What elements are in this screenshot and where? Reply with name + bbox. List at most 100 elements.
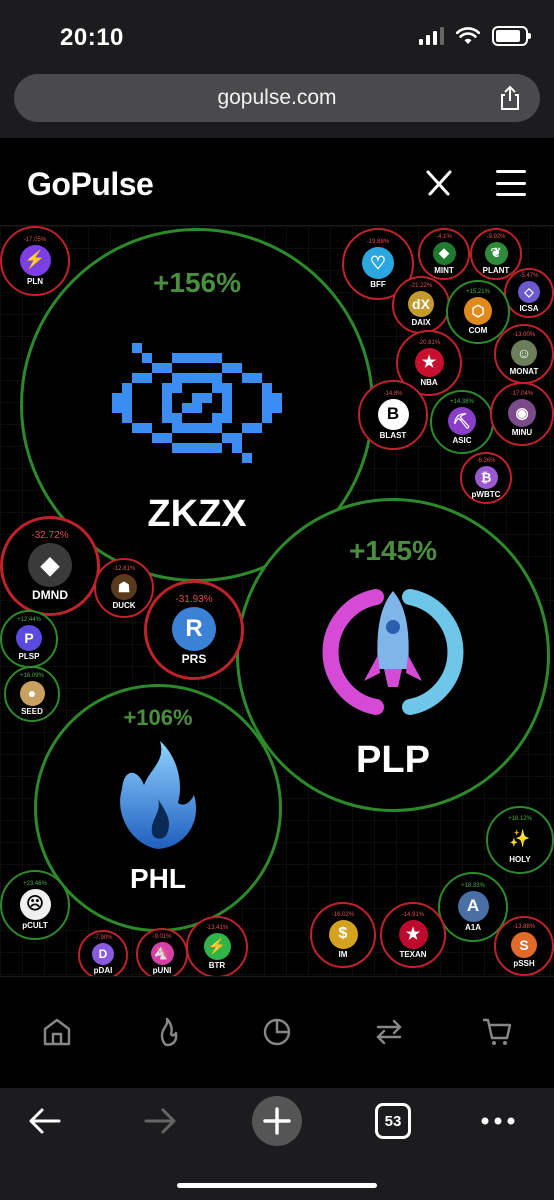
share-icon[interactable] xyxy=(498,85,522,111)
bubble-plp[interactable]: +145% PLP xyxy=(236,498,550,812)
token-logo-icon: ◆ xyxy=(28,543,72,587)
token-logo-icon: ⬡ xyxy=(464,297,492,325)
token-logo-icon: ● xyxy=(19,680,45,706)
app-logo[interactable]: GoPulse xyxy=(27,166,154,203)
bubble-symbol: pCULT xyxy=(22,920,48,930)
battery-icon xyxy=(492,26,531,46)
bubble-symbol: DAIX xyxy=(411,318,431,327)
bubble-map: +156% ZKZX +145% PLP +106% PHL -17.05% ⚡… xyxy=(0,226,554,976)
token-logo-icon: A xyxy=(457,890,489,922)
token-logo-icon: S xyxy=(511,932,537,958)
token-logo-icon: ★ xyxy=(414,347,444,377)
bubble-holy[interactable]: +18.12% ✨ HOLY xyxy=(486,806,554,874)
bubble-symbol: DUCK xyxy=(112,601,136,610)
bubble-symbol: PLSP xyxy=(18,652,40,661)
bubble-symbol: IM xyxy=(338,949,348,959)
token-logo-icon: ★ xyxy=(398,919,428,949)
bubble-change: +18.33% xyxy=(461,882,485,889)
bubble-change: -13.41% xyxy=(205,924,229,931)
bubble-daix[interactable]: -21.22% dX DAIX xyxy=(392,276,450,334)
cellular-signal-icon xyxy=(419,27,444,45)
token-logo-icon: P xyxy=(16,625,42,651)
hamburger-menu-icon[interactable] xyxy=(496,170,526,196)
token-logo-icon: B xyxy=(377,398,409,430)
bubble-pssh[interactable]: -13.88% SpSSH xyxy=(494,916,554,976)
x-twitter-icon[interactable] xyxy=(424,168,454,198)
bubble-symbol: BLAST xyxy=(379,430,407,440)
address-bar[interactable]: gopulse.com xyxy=(14,74,540,122)
bubble-change: -17.04% xyxy=(510,391,534,397)
bubble-puni[interactable]: -9.01% 🦄 pUNI xyxy=(136,928,188,976)
bubble-dmnd[interactable]: -32.72% ◆ DMND xyxy=(0,516,100,616)
bubble-change: -19.88% xyxy=(366,239,390,245)
bubble-change: -6.26% xyxy=(476,457,496,464)
bubble-symbol: A1A xyxy=(464,922,481,932)
flame-icon[interactable] xyxy=(150,1015,184,1049)
browser-chrome: 20:10 gopulse.com xyxy=(0,0,554,138)
bubble-texan[interactable]: -14.91% ★ TEXAN xyxy=(380,902,446,968)
bubble-phl[interactable]: +106% PHL xyxy=(34,684,282,932)
wifi-icon xyxy=(456,27,480,44)
bubble-mint[interactable]: -4.1% ◆ MINT xyxy=(418,228,470,280)
bubble-change: -31.93% xyxy=(175,594,213,605)
token-logo-icon: $ xyxy=(328,919,358,949)
bubble-icsa[interactable]: -5.47% ◇ ICSA xyxy=(504,268,554,318)
bubble-change: -4.1% xyxy=(436,233,452,240)
bubble-symbol: SEED xyxy=(21,706,43,716)
bubble-symbol: PHL xyxy=(130,863,186,894)
bubble-change: -32.72% xyxy=(31,530,69,541)
bubble-change: -14.8% xyxy=(383,390,403,397)
bubble-change: -13.00% xyxy=(512,332,536,338)
bubble-symbol: NBA xyxy=(420,377,438,387)
bubble-pdai[interactable]: -7.90% DpDAI xyxy=(78,930,128,976)
home-indicator xyxy=(177,1183,377,1188)
status-time: 20:10 xyxy=(60,24,124,51)
bubble-change: -5.47% xyxy=(519,273,539,279)
bubble-symbol: pWBTC xyxy=(471,489,501,499)
tabs-button[interactable]: 53 xyxy=(375,1103,411,1139)
bubble-minu[interactable]: -17.04% ◉ MINU xyxy=(490,382,554,446)
token-logo-icon: ✨ xyxy=(505,824,535,854)
bubble-im[interactable]: -16.02% $ IM xyxy=(310,902,376,968)
bubble-change: -7.90% xyxy=(93,935,113,941)
token-logo-icon: 🦄 xyxy=(150,941,174,965)
app-bottom-nav xyxy=(0,976,554,1088)
swap-icon[interactable] xyxy=(372,1015,406,1049)
token-logo-icon: ♡ xyxy=(362,247,394,279)
bubble-symbol: ICSA xyxy=(519,304,539,313)
bubble-pcult[interactable]: +23.46% ☹ pCULT xyxy=(0,870,70,940)
new-tab-icon[interactable] xyxy=(251,1095,303,1147)
bubble-change: +106% xyxy=(123,705,193,730)
back-arrow-icon[interactable] xyxy=(28,1106,62,1136)
bubble-pln[interactable]: -17.05% ⚡ PLN xyxy=(0,226,70,296)
bubble-seed[interactable]: +16.09% ● SEED xyxy=(4,666,60,722)
bubble-symbol: pSSH xyxy=(513,959,535,968)
bubble-btr[interactable]: -13.41% ⚡ BTR xyxy=(186,916,248,976)
bubble-change: -9.92% xyxy=(486,233,506,240)
pie-chart-icon[interactable] xyxy=(260,1015,294,1049)
more-icon[interactable] xyxy=(480,1116,516,1126)
bubble-change: +156% xyxy=(153,267,241,298)
token-logo-icon: ☗ xyxy=(111,574,137,600)
bubble-change: -13.88% xyxy=(512,924,536,930)
token-logo-icon: ☺ xyxy=(511,340,537,366)
bubble-symbol: DMND xyxy=(32,588,68,602)
bubble-plsp[interactable]: +12.44% P PLSP xyxy=(0,610,58,668)
bubble-change: +145% xyxy=(349,535,437,566)
home-icon[interactable] xyxy=(40,1015,74,1049)
bubble-blast[interactable]: -14.8% B BLAST xyxy=(358,380,428,450)
token-logo-icon: ⛏ xyxy=(448,407,476,435)
bubble-symbol: COM xyxy=(468,326,488,335)
bubble-change: -14.91% xyxy=(401,911,425,918)
bubble-symbol: MONAT xyxy=(509,367,539,376)
forward-arrow-icon[interactable] xyxy=(143,1106,177,1136)
bubble-asic[interactable]: +14.38% ⛏ ASIC xyxy=(430,390,494,454)
bubble-duck[interactable]: -12.81% ☗ DUCK xyxy=(94,558,154,618)
cart-icon[interactable] xyxy=(480,1015,514,1049)
status-icons xyxy=(419,26,531,46)
bubble-change: +15.21% xyxy=(466,289,490,295)
url-text[interactable]: gopulse.com xyxy=(14,86,540,110)
bubble-prs[interactable]: -31.93% R PRS xyxy=(144,580,244,680)
bubble-pwbtc[interactable]: -6.26% ₿ pWBTC xyxy=(460,452,512,504)
bubble-monat[interactable]: -13.00% ☺ MONAT xyxy=(494,324,554,384)
